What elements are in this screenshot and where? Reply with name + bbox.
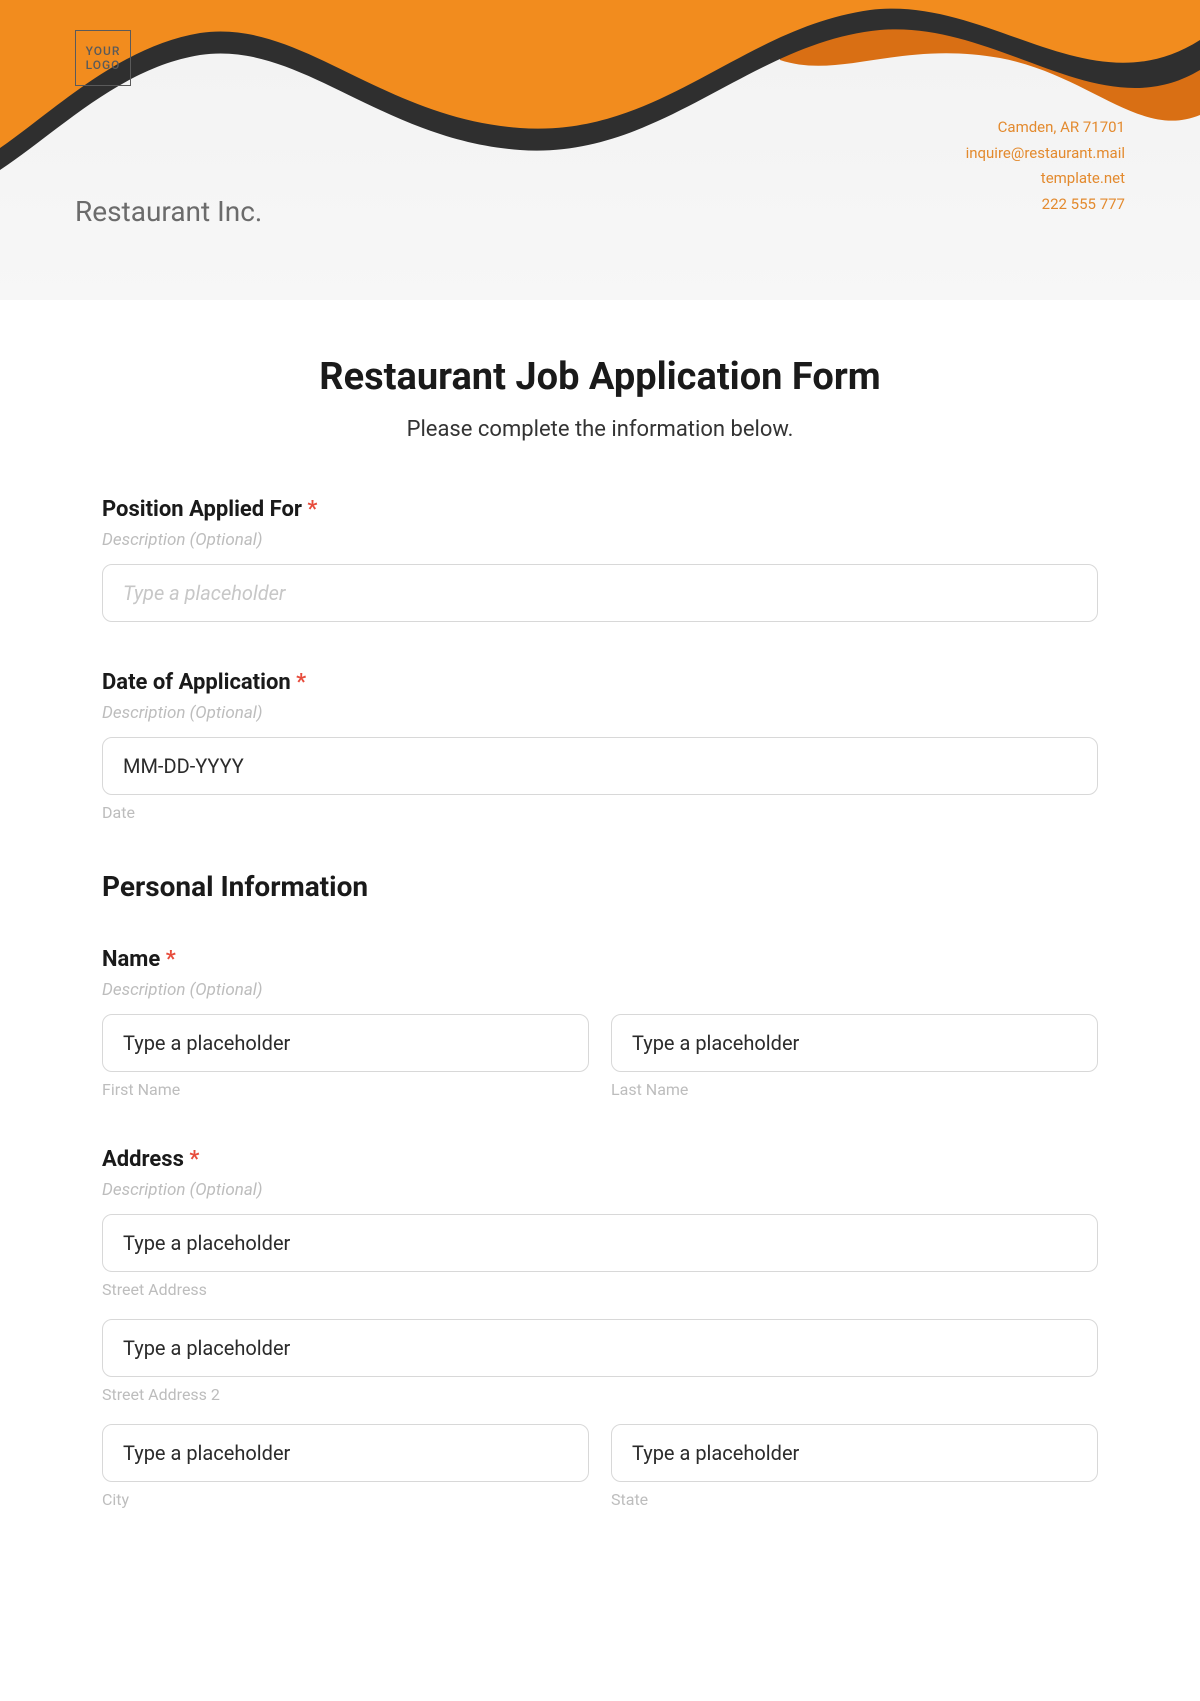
date-field-group: Date of Application * Description (Optio…	[102, 670, 1098, 822]
form-container: Restaurant Job Application Form Please c…	[0, 300, 1200, 1597]
form-subtitle: Please complete the information below.	[102, 417, 1098, 442]
logo-text: YOUR LOGO	[76, 44, 130, 73]
required-mark: *	[296, 670, 306, 695]
address-description: Description (Optional)	[102, 1180, 1098, 1200]
street-address-sublabel: Street Address	[102, 1280, 1098, 1299]
city-input[interactable]	[102, 1424, 589, 1482]
date-description: Description (Optional)	[102, 703, 1098, 723]
first-name-sublabel: First Name	[102, 1080, 589, 1099]
position-label-text: Position Applied For	[102, 497, 302, 522]
street-address-input[interactable]	[102, 1214, 1098, 1272]
position-input[interactable]	[102, 564, 1098, 622]
contact-email: inquire@restaurant.mail	[966, 141, 1125, 167]
last-name-sublabel: Last Name	[611, 1080, 1098, 1099]
brand-name: Restaurant Inc.	[75, 195, 262, 228]
date-label: Date of Application *	[102, 670, 1098, 695]
first-name-input[interactable]	[102, 1014, 589, 1072]
form-title: Restaurant Job Application Form	[102, 355, 1098, 399]
street-address-2-sublabel: Street Address 2	[102, 1385, 1098, 1404]
position-field-group: Position Applied For * Description (Opti…	[102, 497, 1098, 622]
contact-phone: 222 555 777	[966, 192, 1125, 218]
address-label-text: Address	[102, 1147, 184, 1172]
logo-placeholder: YOUR LOGO	[75, 30, 131, 86]
contact-address: Camden, AR 71701	[966, 115, 1125, 141]
position-label: Position Applied For *	[102, 497, 1098, 522]
date-input[interactable]	[102, 737, 1098, 795]
city-sublabel: City	[102, 1490, 589, 1509]
state-input[interactable]	[611, 1424, 1098, 1482]
name-label-text: Name	[102, 947, 160, 972]
date-label-text: Date of Application	[102, 670, 291, 695]
position-description: Description (Optional)	[102, 530, 1098, 550]
address-label: Address *	[102, 1147, 1098, 1172]
contact-site: template.net	[966, 166, 1125, 192]
name-description: Description (Optional)	[102, 980, 1098, 1000]
contact-block: Camden, AR 71701 inquire@restaurant.mail…	[966, 115, 1125, 217]
personal-section-title: Personal Information	[102, 870, 1098, 903]
header-area: YOUR LOGO Restaurant Inc. Camden, AR 717…	[0, 0, 1200, 300]
required-mark: *	[189, 1147, 199, 1172]
name-field-group: Name * Description (Optional) First Name…	[102, 947, 1098, 1099]
required-mark: *	[166, 947, 176, 972]
address-field-group: Address * Description (Optional) Street …	[102, 1147, 1098, 1509]
last-name-input[interactable]	[611, 1014, 1098, 1072]
street-address-2-input[interactable]	[102, 1319, 1098, 1377]
name-label: Name *	[102, 947, 1098, 972]
required-mark: *	[307, 497, 317, 522]
date-sublabel: Date	[102, 803, 1098, 822]
state-sublabel: State	[611, 1490, 1098, 1509]
